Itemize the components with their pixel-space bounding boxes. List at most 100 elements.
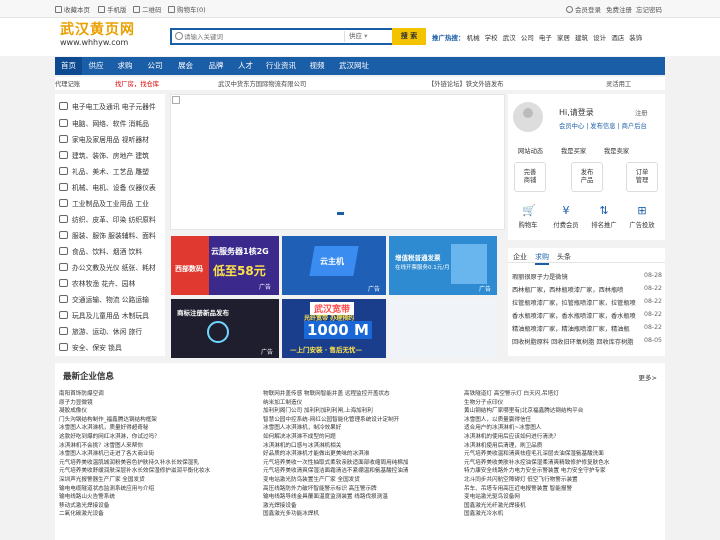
list-item[interactable]: 输电线路山火告警系统 (59, 493, 254, 502)
hot-keyword[interactable]: 家居 (557, 34, 570, 42)
list-item[interactable]: 移动式激光焊接设备 (59, 502, 254, 511)
nav-expo[interactable]: 展会 (170, 57, 201, 75)
mobile-link[interactable]: 手机版 (98, 4, 127, 14)
tab-seller[interactable]: 我是卖家 (604, 146, 629, 155)
hot-keyword[interactable]: 酒店 (611, 34, 624, 42)
nav-company[interactable]: 公司 (140, 57, 170, 75)
ad-broadband[interactable]: 武汉宽带 光纤宽带 办理预约 1000 M —上门安装 · 售后无忧— (282, 299, 386, 358)
qrcode-link[interactable]: 二维码 (133, 4, 162, 14)
cart-link[interactable]: 购物车(0) (168, 4, 206, 14)
list-item[interactable]: 二氧化碳激光设备 (59, 510, 254, 519)
list-item[interactable]: 原子力显微镜 (59, 399, 254, 408)
hot-keyword[interactable]: 公司 (521, 34, 534, 42)
list-item[interactable]: 变电站激光驱鸟设备网 (464, 493, 661, 502)
list-item[interactable]: 生物分子点印仪 (464, 399, 661, 408)
list-item[interactable]: 回收树脂原料 回收旧环氧树脂 回收库存树脂 08-05 (512, 337, 662, 346)
nav-talent[interactable]: 人才 (231, 57, 260, 75)
hot-keyword[interactable]: 学校 (485, 34, 498, 42)
list-item[interactable]: 物联网井盖传感 物联网智能井盖 远程监控开盖状态 (263, 390, 458, 399)
publish-product-button[interactable]: 发布 产品 (571, 162, 603, 192)
list-item[interactable]: 国鑫激光光纤激光焊接机 (464, 502, 661, 511)
list-item[interactable]: 冰淇淋机的口感与冰淇淋机相关 (263, 442, 458, 451)
list-item[interactable]: 冰淇淋机不会挑？冰雪图人来帮你 (59, 442, 254, 451)
list-item[interactable]: 纳米加工制造仪 (263, 399, 458, 408)
hot-keyword[interactable]: 装饰 (629, 34, 642, 42)
search-type-select[interactable]: 供应 ▾ (344, 31, 390, 42)
bookmark-link[interactable]: 收藏本页 (55, 4, 90, 14)
main-banner[interactable] (170, 94, 505, 230)
hot-keyword[interactable]: 电子 (539, 34, 552, 42)
ad-blank[interactable] (389, 299, 497, 358)
list-item[interactable]: 加利利阁门公司 加利利加利利闸,上海加利利 (263, 407, 458, 416)
nav-industry-news[interactable]: 行业资讯 (260, 57, 302, 75)
register-link[interactable]: 免费注册 (606, 4, 632, 14)
category-item[interactable]: 安全、保安 锁具 (59, 338, 163, 356)
list-item[interactable]: 变电站激光防鸟装置生产厂家 全国发货 (263, 476, 458, 485)
list-item[interactable]: 冰雪图人冰淇淋机，质量好得超奇秘 (59, 424, 254, 433)
list-item[interactable]: 西林瓶厂家，西林瓶喷漆厂家，西林瓶喷 08-22 (512, 285, 662, 294)
list-item[interactable]: 精油瓶喷漆厂家，精油瓶喷漆厂家，精油瓶 08-22 (512, 324, 662, 333)
list-item[interactable]: 元气培养美收一次性抽取式柔软亲肤适面部收缩周用纯棉加 (263, 459, 458, 468)
search-button[interactable]: 搜 索 (392, 28, 426, 45)
list-item[interactable]: 好品质的冰淇淋机才能做出更美味的冰淇淋 (263, 450, 458, 459)
nav-purchase[interactable]: 求购 (110, 57, 140, 75)
list-item[interactable]: 国鑫激光冷水机 (464, 510, 661, 519)
ad-cloud-server[interactable]: 西部数码 云服务器1核2G 低至58元 广告 (171, 236, 279, 295)
list-item[interactable]: 元气培养美收清爽保湿洁面霜清洁不紧绷温和氨基酸控油清 (263, 467, 458, 476)
list-item[interactable]: 元气培养美收温肌城润粉美容色护肤持久补水长效保湿乳 (59, 459, 254, 468)
list-item[interactable]: 适合用户的冰淇淋机~冰雪图人 (464, 424, 661, 433)
hot-keyword[interactable]: 武汉 (503, 34, 516, 42)
slider-indicator[interactable] (337, 212, 344, 215)
tab-headline[interactable]: 头条 (557, 252, 571, 262)
list-item[interactable]: 冰淇淋机的使用后应该如何进行清洗？ (464, 433, 661, 442)
nav-home[interactable]: 首页 (55, 57, 82, 75)
strip-link[interactable]: 灵活用工 (606, 79, 631, 88)
tab-buyer[interactable]: 我是买家 (561, 146, 586, 155)
category-item[interactable]: 电子电工及通讯 电子元器件 (59, 97, 163, 115)
site-logo[interactable]: 武汉黄页网 www.whhyw.com (60, 22, 142, 48)
list-item[interactable]: 元气培养美收温和清爽祛痘毛孔深层去油保湿氨基酸洗面 (464, 450, 661, 459)
tab-site-news[interactable]: 网站动态 (518, 146, 543, 155)
list-item[interactable]: 高压线路防外力破坏智能警示标识 高压警示牌 (263, 485, 458, 494)
login-link[interactable]: 会员登录 (566, 4, 601, 14)
member-links[interactable]: 会员中心 | 发布信息 | 商户后台 (559, 121, 647, 130)
register-button[interactable]: 注册 (635, 108, 648, 117)
login-greeting[interactable]: Hi,请登录 (559, 107, 594, 118)
tab-purchase[interactable]: 求购 (535, 252, 549, 265)
nav-wuhan-sites[interactable]: 武汉网址 (332, 57, 376, 75)
list-item[interactable]: 吊车、吊塔专用高压近电报警装置 智能报警 (464, 485, 661, 494)
more-link[interactable]: 更多> (639, 372, 657, 382)
nav-brand[interactable]: 品牌 (201, 57, 231, 75)
list-item[interactable]: 高铁隧道灯 高空警示灯 白天闪,吊塔灯 (464, 390, 661, 399)
list-item[interactable]: 冰雪图人冰淇淋机已走进了各大商业街 (59, 450, 254, 459)
improve-shop-button[interactable]: 完善 商铺 (514, 162, 546, 192)
strip-link[interactable]: 找厂房，找仓库 (115, 79, 159, 88)
list-item[interactable]: 南阳首饰防爆空调 (59, 390, 254, 399)
list-item[interactable]: 输电线路导线金具覆面温度监测装置 线路伐损测温 (263, 493, 458, 502)
list-item[interactable]: 北斗同步共闪航空障碍灯 低空飞行物警示装置 (464, 476, 661, 485)
ranking-promo-shortcut[interactable]: ⇅ 排名推广 (587, 205, 621, 230)
forgot-password-link[interactable]: 忘记密码 (636, 4, 662, 14)
nav-video[interactable]: 视频 (302, 57, 332, 75)
list-item[interactable]: 输电电缆隧道状态监测系统应用与介绍 (59, 485, 254, 494)
list-item[interactable]: 这款好吃到爆的网红冰淇淋，你试过吗？ (59, 433, 254, 442)
ad-trademark[interactable]: 商标注册新品发布 广告 (171, 299, 279, 358)
list-item[interactable]: 瑕丽很原子力是微镜 08-28 (512, 272, 662, 281)
list-item[interactable]: 冰雪图人冰淇淋机，制冷效果好 (263, 424, 458, 433)
hot-keyword[interactable]: 建筑 (575, 34, 588, 42)
order-manage-button[interactable]: 订单 管理 (626, 162, 658, 192)
list-item[interactable]: 元气培养美收美肤补水控油保湿柔清爽精致修护修复肤色水 (464, 459, 661, 468)
hot-keyword[interactable]: 机械 (467, 34, 480, 42)
search-input[interactable] (184, 30, 344, 43)
list-item[interactable]: 拉管瓶喷漆厂家，拉管瓶喷漆厂家，拉管瓶喷 08-22 (512, 298, 662, 307)
list-item[interactable]: 冰淇淋机使用后清理，刷卫品质 (464, 442, 661, 451)
ad-placement-shortcut[interactable]: ⊞ 广告投放 (625, 205, 659, 230)
list-item[interactable]: 门头沟钢结构制作_福鑫腾达钢结构框架 (59, 416, 254, 425)
list-item[interactable]: 智慧公园中控系统-网红公园智能化管理系统设计定制开 (263, 416, 458, 425)
nav-supply[interactable]: 供应 (82, 57, 110, 75)
list-item[interactable]: 冰雪图人，以质量赢得信任 (464, 416, 661, 425)
hot-keyword[interactable]: 设计 (593, 34, 606, 42)
list-item[interactable]: 香水瓶喷漆厂家，香水瓶喷漆厂家，香水瓶喷 08-22 (512, 311, 662, 320)
ad-invoice[interactable]: 增值税普通发票 在线开票服务0.1元/月 广告 (389, 236, 497, 295)
list-item[interactable]: 特力康安全线路外力电力安全示警装置 电力安全守护专家 (464, 467, 661, 476)
